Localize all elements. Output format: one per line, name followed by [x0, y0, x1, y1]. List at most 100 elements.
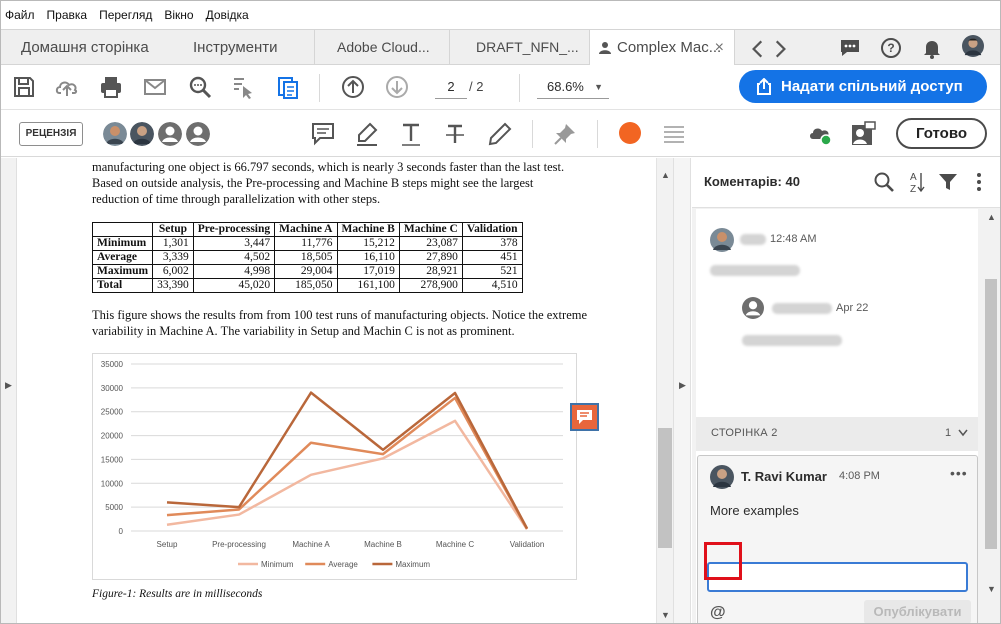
- reply-input[interactable]: [707, 562, 968, 592]
- avatar[interactable]: [103, 122, 127, 146]
- chevron-down-icon[interactable]: [958, 429, 968, 437]
- scrollbar-thumb[interactable]: [985, 279, 997, 549]
- comment-author: T. Ravi Kumar: [741, 469, 827, 484]
- more-options-icon[interactable]: [969, 172, 989, 192]
- scrollbar-thumb[interactable]: [658, 428, 672, 548]
- right-panel-toggle[interactable]: ▶: [673, 158, 691, 623]
- redacted-comment: [742, 335, 842, 346]
- review-button[interactable]: РЕЦЕНЗІЯ: [19, 122, 83, 146]
- avatar[interactable]: [710, 465, 734, 489]
- bell-icon[interactable]: [921, 37, 943, 59]
- avatar[interactable]: [742, 297, 764, 319]
- search-icon[interactable]: [187, 74, 213, 100]
- publish-button[interactable]: Опублікувати: [864, 600, 971, 623]
- series-line-average: [166, 396, 529, 530]
- filter-icon[interactable]: [938, 172, 958, 192]
- avatar[interactable]: [130, 122, 154, 146]
- zoom-dropdown[interactable]: 68.6% ▼: [537, 75, 609, 99]
- scroll-down-icon[interactable]: ▼: [987, 584, 996, 594]
- cloud-status-icon[interactable]: [807, 121, 833, 147]
- table-cell: 33,390: [152, 278, 194, 293]
- table-row: Average 3,339 4,502 18,505 16,110 27,890 451: [91, 250, 523, 265]
- pin-icon[interactable]: [552, 121, 578, 147]
- scroll-up-icon[interactable]: ▲: [987, 212, 996, 222]
- text-underline-icon[interactable]: [398, 121, 424, 147]
- comment-time: 4:08 PM: [839, 470, 880, 482]
- avatar[interactable]: [158, 122, 182, 146]
- left-panel-toggle[interactable]: ▶: [1, 158, 17, 623]
- y-tick-label: 30000: [101, 384, 124, 393]
- expand-left-icon[interactable]: ▶: [5, 380, 12, 391]
- highlight-icon[interactable]: [354, 121, 380, 147]
- table-cell: 15,212: [336, 236, 400, 251]
- arrow-down-icon[interactable]: [384, 74, 410, 100]
- reply-date: Apr 22: [836, 302, 869, 314]
- avatar[interactable]: [962, 35, 984, 57]
- y-tick-label: 15000: [101, 455, 124, 464]
- cloud-upload-icon[interactable]: [54, 74, 80, 100]
- pencil-icon[interactable]: [487, 121, 513, 147]
- document-scrollbar[interactable]: ▲ ▼: [656, 158, 673, 623]
- arrow-up-icon[interactable]: [340, 74, 366, 100]
- tab-doc-complex[interactable]: Complex Mac... ×: [589, 30, 735, 66]
- menu-help[interactable]: Довідка: [206, 8, 249, 22]
- comment-options-icon[interactable]: •••: [950, 465, 968, 481]
- comments-header: Коментарів: 40 A Z: [692, 158, 1000, 208]
- page-number-input[interactable]: 2: [435, 75, 467, 99]
- chevron-left-icon[interactable]: [747, 38, 769, 60]
- table-row: Total 33,390 45,020 185,050 161,100 278,900 4,…: [91, 278, 523, 293]
- x-tick-label: Machine A: [292, 540, 330, 549]
- zoom-value: 68.6%: [547, 79, 584, 94]
- table-header-cell: Validation: [461, 222, 523, 237]
- menu-view[interactable]: Перегляд: [99, 8, 152, 22]
- select-tool-icon[interactable]: [230, 74, 256, 100]
- help-icon[interactable]: ?: [880, 37, 902, 59]
- document-organize-icon[interactable]: [275, 74, 301, 100]
- color-picker[interactable]: [619, 122, 641, 144]
- svg-text:?: ?: [887, 41, 894, 55]
- y-tick-label: 5000: [105, 503, 123, 512]
- tab-doc-draft[interactable]: DRAFT_NFN_...: [449, 30, 589, 65]
- menu-file[interactable]: Файл: [5, 8, 35, 22]
- tab-home[interactable]: Домашня сторінка: [21, 30, 149, 65]
- table-cell: 23,087: [398, 236, 463, 251]
- comments-scrollbar[interactable]: ▲ ▼: [983, 209, 999, 623]
- search-icon[interactable]: [873, 171, 895, 193]
- shared-user-icon[interactable]: [850, 121, 876, 147]
- tab-doc-adobe-cloud[interactable]: Adobe Cloud...: [314, 30, 448, 65]
- paragraph-1: manufacturing one object is 66.797 secon…: [92, 160, 565, 206]
- close-icon[interactable]: ×: [715, 30, 724, 65]
- scroll-down-icon[interactable]: ▼: [661, 610, 670, 620]
- sticky-note-icon: [577, 410, 592, 424]
- avatar[interactable]: [710, 228, 734, 252]
- page-section-header[interactable]: СТОРІНКА 2 1: [696, 417, 978, 451]
- sticky-note-icon[interactable]: [310, 121, 336, 147]
- menu-window[interactable]: Вікно: [164, 8, 193, 22]
- strikethrough-icon[interactable]: [442, 121, 468, 147]
- tab-doc-label: Adobe Cloud...: [337, 39, 430, 55]
- table-cell: 378: [461, 236, 523, 251]
- chat-icon[interactable]: [839, 37, 861, 59]
- line-width-icon[interactable]: [661, 121, 687, 147]
- table-cell: 17,019: [336, 264, 400, 279]
- sort-icon[interactable]: A Z: [906, 170, 926, 194]
- tab-doc-label: DRAFT_NFN_...: [476, 39, 579, 55]
- share-label: Надати спільний доступ: [781, 78, 963, 95]
- table-cell: 4,502: [192, 250, 276, 265]
- expand-right-icon[interactable]: ▶: [679, 380, 686, 391]
- email-icon[interactable]: [142, 74, 168, 100]
- comment-marker-icon[interactable]: [570, 403, 599, 431]
- comment-card[interactable]: T. Ravi Kumar 4:08 PM ••• More examples …: [697, 455, 978, 623]
- mention-icon[interactable]: @: [710, 604, 726, 622]
- chevron-right-icon[interactable]: [769, 38, 791, 60]
- share-button[interactable]: Надати спільний доступ: [739, 70, 987, 103]
- scroll-up-icon[interactable]: ▲: [661, 170, 670, 180]
- results-chart: 0 5000 10000 15000 20000 25000 30000 35000 Setup…: [92, 353, 577, 580]
- save-icon[interactable]: [11, 74, 37, 100]
- tab-tools[interactable]: Інструменти: [193, 30, 278, 65]
- print-icon[interactable]: [98, 74, 124, 100]
- menu-edit[interactable]: Правка: [47, 8, 88, 22]
- done-button[interactable]: Готово: [896, 118, 987, 149]
- table-cell: 1,301: [152, 236, 194, 251]
- avatar[interactable]: [186, 122, 210, 146]
